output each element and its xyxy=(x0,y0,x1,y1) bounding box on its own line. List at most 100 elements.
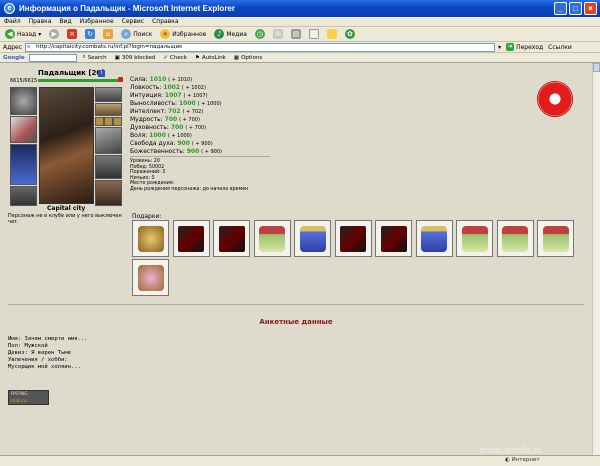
media-button[interactable]: ♪ Медиа xyxy=(212,28,249,40)
section-divider xyxy=(8,304,584,305)
stat-row: Духовность: 700 ( + 700) xyxy=(130,124,207,131)
gift-item[interactable] xyxy=(172,220,210,257)
menu-edit[interactable]: Правка xyxy=(29,18,52,25)
refresh-button[interactable]: ↻ xyxy=(83,28,97,40)
google-toolbar: Google ⌕ Search ▣ 309 blocked ✓ Check ⚑ Auto… xyxy=(0,53,600,63)
helmet-slot[interactable] xyxy=(10,87,37,115)
stat-row: Сила: 1010 ( + 1010) xyxy=(130,76,193,83)
address-dropdown-icon[interactable]: ▾ xyxy=(498,44,501,51)
address-input[interactable]: e http://capitalcity.combats.ru/inf.pl?l… xyxy=(25,42,496,52)
toolbar: ◀ Назад ▾ ▶ × ↻ ⌂ ⌕ Поиск ★ Избранное ♪ Медиа… xyxy=(0,27,600,42)
address-url: http://capitalcity.combats.ru/inf.pl?log… xyxy=(36,43,183,50)
birthday-text: День рождения персонажа: до начала време… xyxy=(130,186,249,192)
ring-slot-1[interactable] xyxy=(95,117,104,126)
golden-cage-icon xyxy=(137,225,164,252)
blue-jar-icon xyxy=(299,225,326,252)
search-button[interactable]: ⌕ Поиск xyxy=(119,28,154,40)
back-button[interactable]: ◀ Назад ▾ xyxy=(3,28,43,40)
gift-item[interactable] xyxy=(415,220,453,257)
menu-help[interactable]: Справка xyxy=(152,18,178,25)
stat-row: Выносливость: 1000 ( + 1000) xyxy=(130,100,222,107)
mail-icon: ✉ xyxy=(272,29,283,39)
favorites-button[interactable]: ★ Избранное xyxy=(158,28,208,40)
profile-motto: Девиз: Я верен Тьме xyxy=(8,350,71,356)
stat-row: Мудрость: 700 ( + 700) xyxy=(130,116,200,123)
stat-row: Божественность: 900 ( + 900) xyxy=(130,148,222,155)
hp-value: 6615/6615 xyxy=(10,78,38,84)
history-button[interactable]: ◷ xyxy=(253,28,267,40)
google-search-input[interactable] xyxy=(28,53,77,62)
maximize-button[interactable]: □ xyxy=(569,2,582,15)
popup-blocker-button[interactable]: ▣ 309 blocked xyxy=(113,52,158,64)
stat-row: Ловкость: 1002 ( + 1002) xyxy=(130,84,206,91)
close-button[interactable]: × xyxy=(584,2,597,15)
gift-item[interactable] xyxy=(132,220,169,257)
gift-item[interactable] xyxy=(537,220,574,257)
gift-item[interactable] xyxy=(294,220,331,257)
document-icon xyxy=(308,29,319,39)
go-button[interactable]: ➔ Переход xyxy=(504,41,545,53)
star-icon: ★ xyxy=(160,29,171,39)
menu-favorites[interactable]: Избранное xyxy=(80,18,114,25)
gift-box-icon xyxy=(502,225,528,252)
gift-item[interactable] xyxy=(456,220,493,257)
gloves-slot[interactable] xyxy=(10,186,37,206)
refresh-icon: ↻ xyxy=(85,29,96,39)
flower-basket-icon xyxy=(137,264,164,291)
stat-row: Воля: 1000 ( + 1000) xyxy=(130,132,192,139)
options-button[interactable]: ▦ Options xyxy=(232,52,264,64)
cloak-slot[interactable] xyxy=(10,144,37,185)
address-label: Адрес xyxy=(3,43,23,51)
links-label[interactable]: Ссылки xyxy=(548,44,572,51)
edit-button[interactable] xyxy=(307,28,321,40)
gift-item[interactable] xyxy=(213,220,250,257)
messenger-button[interactable] xyxy=(325,28,339,40)
boots-slot[interactable] xyxy=(95,180,122,206)
amulet-slot[interactable] xyxy=(95,103,122,116)
stop-button[interactable]: × xyxy=(65,28,79,40)
forward-button[interactable]: ▶ xyxy=(47,28,61,40)
ring-slot-2[interactable] xyxy=(104,117,113,126)
status-zone: ◐ Интернет xyxy=(505,457,540,463)
stat-row: Интеллект: 702 ( + 702) xyxy=(130,108,204,115)
ring-slot-3[interactable] xyxy=(113,117,122,126)
belt-slot[interactable] xyxy=(95,155,122,179)
print-icon: ▤ xyxy=(290,29,301,39)
go-arrow-icon: ➔ xyxy=(506,43,515,51)
profile-name: Имя: Зачем смерти имя... xyxy=(8,336,88,342)
scroll-up-button[interactable] xyxy=(593,63,600,72)
home-button[interactable]: ⌂ xyxy=(101,28,115,40)
gift-box-icon xyxy=(259,225,285,252)
gift-item[interactable] xyxy=(253,220,291,257)
spell-check-button[interactable]: ✓ Check xyxy=(161,52,189,64)
print-button[interactable]: ▤ xyxy=(289,28,303,40)
hp-heart-icon xyxy=(118,77,123,82)
vertical-scrollbar[interactable] xyxy=(592,63,600,455)
weapon-slot[interactable] xyxy=(10,116,37,143)
google-search-button[interactable]: ⌕ Search xyxy=(81,52,109,64)
search-icon: ⌕ xyxy=(82,54,86,60)
mail-button[interactable]: ✉ xyxy=(271,28,285,40)
google-logo[interactable]: Google xyxy=(3,55,25,61)
page-content: Падальщик [20] i 6615/6615 Capital city … xyxy=(0,63,592,455)
window-titlebar: e Информация о Падальщик - Microsoft Int… xyxy=(0,0,600,17)
earrings-slot[interactable] xyxy=(95,87,122,102)
character-portrait xyxy=(39,87,94,204)
extension-button[interactable]: ✿ xyxy=(343,28,357,40)
watermark: photo.scrolls.ru xyxy=(480,445,542,455)
clan-emblem-icon xyxy=(537,81,573,117)
gift-item[interactable] xyxy=(132,259,169,296)
shield-slot[interactable] xyxy=(95,127,122,154)
page-icon: e xyxy=(27,43,31,50)
rating-counter[interactable]: RATING mail.ru xyxy=(8,390,49,405)
info-icon[interactable]: i xyxy=(98,70,105,77)
autolink-button[interactable]: ⚑ AutoLink xyxy=(193,52,228,64)
gift-item[interactable] xyxy=(496,220,534,257)
gift-item[interactable] xyxy=(334,220,372,257)
gift-item[interactable] xyxy=(375,220,412,257)
menu-file[interactable]: Файл xyxy=(4,18,21,25)
menu-view[interactable]: Вид xyxy=(59,18,71,25)
stats-divider xyxy=(130,156,270,157)
menu-tools[interactable]: Сервис xyxy=(122,18,144,25)
minimize-button[interactable]: _ xyxy=(554,2,567,15)
